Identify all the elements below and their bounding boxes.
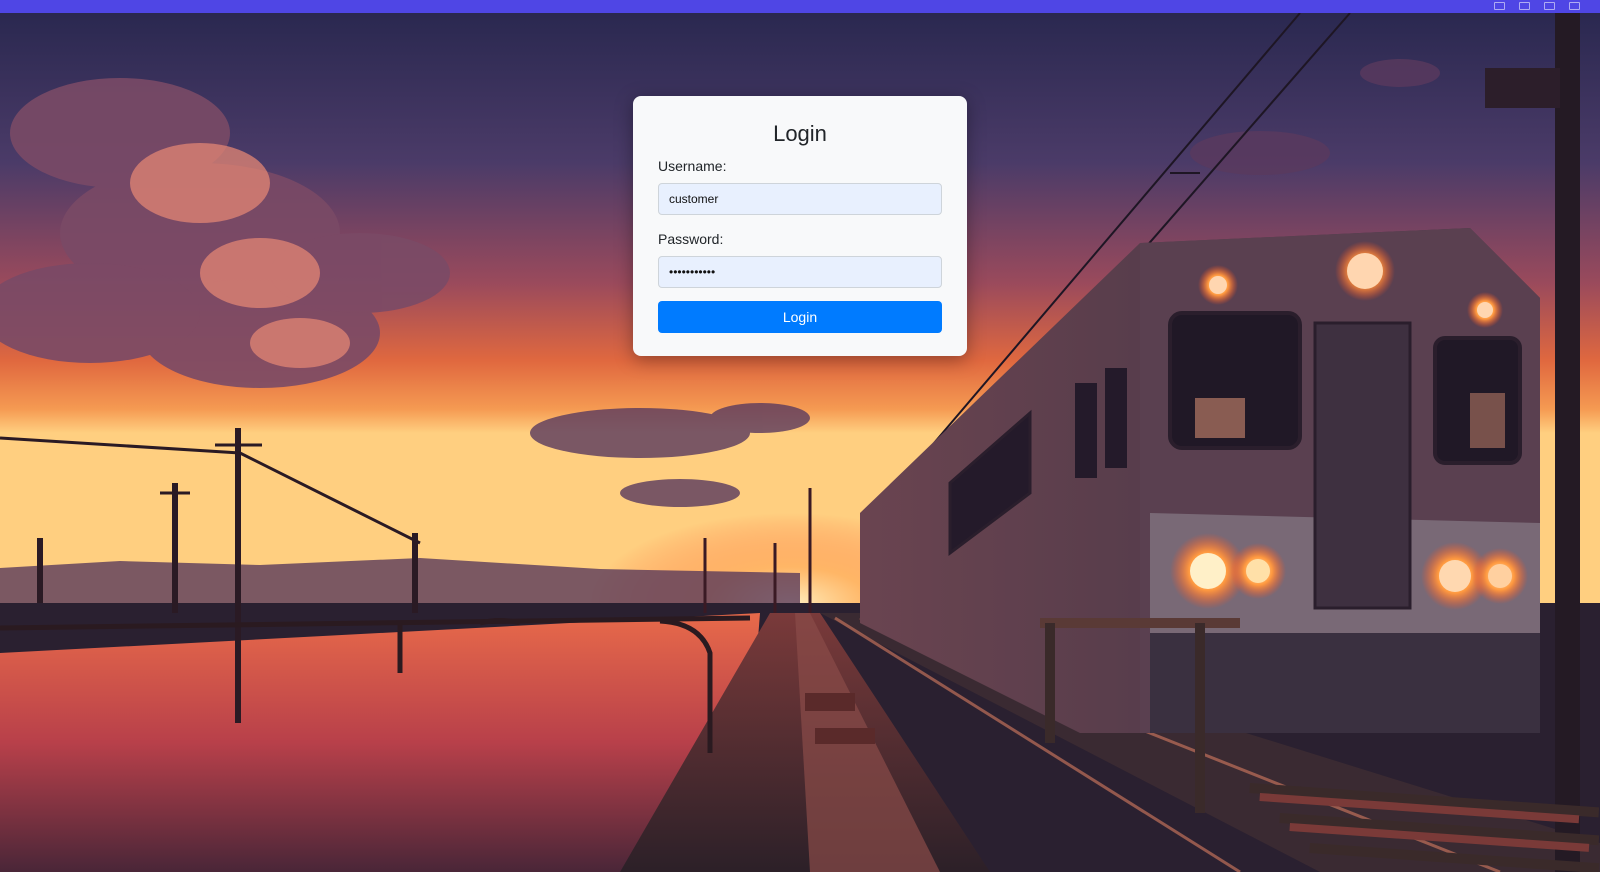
toolbar-icon bbox=[1519, 2, 1530, 10]
toolbar-icon bbox=[1544, 2, 1555, 10]
password-input[interactable] bbox=[658, 256, 942, 288]
browser-toolbar-icons bbox=[1494, 2, 1580, 10]
username-label: Username: bbox=[658, 158, 727, 174]
login-form: Login Username: Password: Login bbox=[633, 96, 967, 356]
toolbar-icon bbox=[1494, 2, 1505, 10]
username-input[interactable] bbox=[658, 183, 942, 215]
password-label: Password: bbox=[658, 231, 724, 247]
login-screen: Login Username: Password: Login bbox=[0, 0, 1600, 872]
login-title: Login bbox=[773, 121, 827, 146]
browser-top-bar bbox=[0, 0, 1600, 13]
toolbar-icon bbox=[1569, 2, 1580, 10]
login-button[interactable]: Login bbox=[658, 301, 942, 333]
